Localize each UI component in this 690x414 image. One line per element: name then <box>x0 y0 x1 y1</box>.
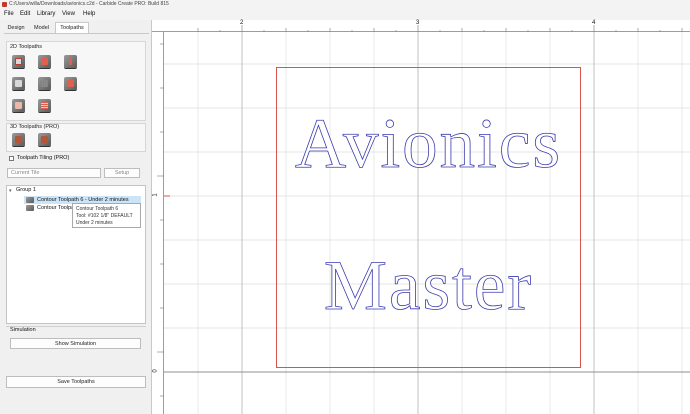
title-bar: C:/Users/willa/Downloads/avionics.c2d - … <box>0 0 690 10</box>
ruler-left: 1 0 <box>152 32 164 414</box>
menu-edit[interactable]: Edit <box>20 11 30 17</box>
toolpath-tooltip: Contour Toolpath 6 Tool: #102 1/8" DEFAU… <box>72 203 141 228</box>
texture-toolpath-icon[interactable] <box>38 77 51 90</box>
simulation-heading: Simulation <box>10 327 36 333</box>
ruler-top-label: 2 <box>240 20 244 26</box>
design-text-avionics[interactable]: Avionics <box>276 104 581 184</box>
3d-finish-toolpath-icon[interactable] <box>38 133 51 146</box>
menu-bar: File Edit Library View Help <box>0 10 690 20</box>
tiling-setup-button[interactable]: Setup <box>104 168 140 178</box>
menu-library[interactable]: Library <box>37 11 55 17</box>
tree-item-label[interactable]: Contour Toolpa <box>37 204 74 212</box>
drill-toolpath-icon[interactable] <box>64 55 77 68</box>
window-title: C:/Users/willa/Downloads/avionics.c2d - … <box>9 1 169 7</box>
show-simulation-button[interactable]: Show Simulation <box>10 338 141 349</box>
app-icon <box>2 2 7 7</box>
toolpaths-2d-heading: 2D Toolpaths <box>10 44 43 50</box>
ruler-left-label: 0 <box>152 369 159 373</box>
tab-divider <box>4 33 149 34</box>
rough-toolpath-icon[interactable] <box>12 99 25 112</box>
finish-toolpath-icon[interactable] <box>38 99 51 112</box>
menu-help[interactable]: Help <box>83 11 95 17</box>
contour-toolpath-item-icon <box>26 205 34 211</box>
ruler-left-ticks <box>157 43 164 397</box>
advanced-v-carve-toolpath-icon[interactable] <box>64 77 77 90</box>
contour-toolpath-icon[interactable] <box>12 55 25 68</box>
contour-toolpath-item-icon <box>26 197 34 203</box>
tab-design[interactable]: Design <box>4 23 28 33</box>
tiling-checkbox[interactable] <box>9 156 14 161</box>
tab-model[interactable]: Model <box>30 23 53 33</box>
tab-toolpaths[interactable]: Toolpaths <box>55 22 89 33</box>
tooltip-time: Under 2 minutes <box>76 220 113 226</box>
v-carve-toolpath-icon[interactable] <box>12 77 25 90</box>
pocket-toolpath-icon[interactable] <box>38 55 51 68</box>
ruler-top: 2 3 4 <box>152 20 690 32</box>
ruler-top-label: 4 <box>592 20 596 26</box>
tiling-checkbox-label: Toolpath Tiling (PRO) <box>17 155 70 161</box>
tile-select-value: Current Tile <box>11 170 40 176</box>
toolpaths-3d-heading: 3D Toolpaths (PRO) <box>10 124 60 130</box>
ruler-left-label: 1 <box>152 193 159 197</box>
tree-group-label[interactable]: Group 1 <box>16 187 36 193</box>
menu-view[interactable]: View <box>62 11 75 17</box>
menu-file[interactable]: File <box>4 11 14 17</box>
save-toolpaths-button[interactable]: Save Toolpaths <box>6 376 146 388</box>
design-text-master[interactable]: Master <box>276 246 581 326</box>
ruler-top-label: 3 <box>416 20 420 26</box>
tile-select[interactable]: Current Tile <box>7 168 101 178</box>
ruler-top-ticks <box>197 25 683 32</box>
expand-icon[interactable]: ▾ <box>9 188 12 194</box>
3d-rough-toolpath-icon[interactable] <box>12 133 25 146</box>
